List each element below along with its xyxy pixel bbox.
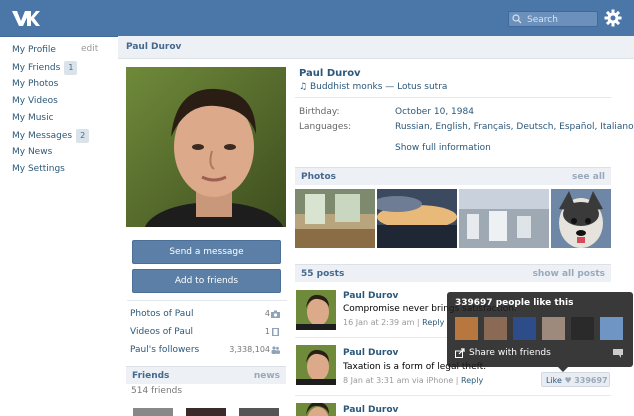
post-avatar[interactable]	[296, 345, 336, 385]
popup-title: 339697 people like this	[455, 298, 574, 308]
profile-status[interactable]: ♫ Buddhist monks — Lotus sutra	[299, 82, 447, 92]
sidebar-item-label: My Messages	[12, 131, 73, 141]
liker-avatar[interactable]	[484, 317, 507, 340]
sidebar-item-friends[interactable]: My Friends 1	[12, 61, 112, 78]
sidebar-item-photos[interactable]: My Photos	[12, 78, 112, 95]
sidebar-item-label: My Music	[12, 113, 54, 123]
reply-link[interactable]: Reply	[422, 318, 444, 327]
film-icon	[272, 328, 279, 336]
posts-section-header: 55 posts show all posts	[295, 264, 611, 282]
like-label: Like	[546, 376, 562, 385]
messages-badge: 2	[76, 129, 90, 143]
post-author[interactable]: Paul Durov	[343, 405, 398, 415]
stat-count: 1	[264, 327, 270, 336]
stat-label: Videos of Paul	[130, 327, 194, 337]
sidebar-item-label: My News	[12, 147, 53, 157]
post-author[interactable]: Paul Durov	[343, 348, 398, 358]
stat-count: 3,338,104	[229, 345, 270, 354]
status-text: Buddhist monks — Lotus sutra	[309, 82, 448, 92]
edit-profile-link[interactable]: edit	[81, 44, 98, 54]
photo-thumb[interactable]	[295, 189, 375, 248]
posts-title: 55 posts	[301, 269, 345, 279]
friend-thumb[interactable]	[239, 408, 279, 416]
profile-avatar[interactable]	[126, 67, 286, 227]
post-author[interactable]: Paul Durov	[343, 291, 398, 301]
music-note-icon: ♫	[299, 82, 308, 92]
photos-see-all-link[interactable]: see all	[572, 172, 605, 182]
photo-thumb[interactable]	[459, 189, 549, 248]
like-count: 339697	[574, 376, 608, 385]
post-date: 16 Jan at 2:39 am	[343, 318, 415, 327]
liker-avatar[interactable]	[600, 317, 623, 340]
like-button[interactable]: Like ♥ 339697	[541, 372, 610, 387]
gear-icon[interactable]	[604, 9, 622, 27]
sidebar-item-label: My Friends	[12, 63, 61, 73]
stat-label: Paul's followers	[130, 345, 200, 355]
post-date: 8 Jan at 3:31 am via iPhone	[343, 376, 454, 385]
friends-count: 514 friends	[131, 386, 183, 396]
languages-value[interactable]: Russian, English, Français, Deutsch, Esp…	[395, 122, 634, 132]
photo-thumb[interactable]	[551, 189, 611, 248]
like-popup: 339697 people like this Share with frien…	[447, 292, 633, 372]
heart-icon: ♥	[564, 376, 572, 385]
post-avatar[interactable]	[296, 290, 336, 330]
stat-count: 4	[264, 309, 270, 318]
sidebar-item-label: My Photos	[12, 79, 59, 89]
languages-label: Languages:	[299, 122, 352, 132]
reply-link[interactable]: Reply	[461, 376, 483, 385]
liker-avatar[interactable]	[513, 317, 536, 340]
people-icon	[271, 346, 280, 354]
stat-videos[interactable]: Videos of Paul 1	[130, 327, 280, 337]
sidebar-item-news[interactable]: My News	[12, 146, 112, 163]
show-full-info-link[interactable]: Show full information	[395, 143, 491, 153]
comment-icon[interactable]	[613, 349, 623, 358]
liker-avatar[interactable]	[571, 317, 594, 340]
show-all-posts-link[interactable]: show all posts	[533, 269, 605, 279]
profile-name: Paul Durov	[299, 68, 361, 79]
liker-avatar[interactable]	[455, 317, 478, 340]
post-avatar[interactable]	[296, 403, 336, 416]
left-sidebar: My Profile My Friends 1 My Photos My Vide…	[12, 44, 112, 180]
post-meta: 8 Jan at 3:31 am via iPhone | Reply	[343, 376, 484, 385]
photos-title: Photos	[301, 172, 337, 182]
sidebar-item-videos[interactable]: My Videos	[12, 95, 112, 112]
friends-title: Friends	[132, 371, 170, 381]
page-title-bar: Paul Durov	[118, 36, 634, 59]
sidebar-item-settings[interactable]: My Settings	[12, 163, 112, 180]
friends-news-link[interactable]: news	[254, 371, 280, 381]
stat-photos[interactable]: Photos of Paul 4	[130, 309, 280, 319]
friends-badge: 1	[64, 61, 78, 75]
birthday-label: Birthday:	[299, 107, 340, 117]
photos-section-header: Photos see all	[295, 167, 611, 185]
friend-thumb[interactable]	[186, 408, 226, 416]
divider	[295, 395, 611, 396]
page-title: Paul Durov	[126, 42, 182, 52]
divider	[295, 97, 611, 98]
friend-thumb[interactable]	[133, 408, 173, 416]
post-meta: 16 Jan at 2:39 am | Reply	[343, 318, 445, 327]
divider	[127, 300, 287, 301]
sidebar-item-label: My Profile	[12, 45, 56, 55]
sidebar-item-messages[interactable]: My Messages 2	[12, 129, 112, 146]
birthday-value[interactable]: October 10, 1984	[395, 107, 474, 117]
send-message-button[interactable]: Send a message	[132, 240, 281, 264]
sidebar-item-label: My Settings	[12, 164, 65, 174]
stat-label: Photos of Paul	[130, 309, 194, 319]
share-with-friends-link[interactable]: Share with friends	[469, 348, 551, 358]
sidebar-item-music[interactable]: My Music	[12, 112, 112, 129]
search-icon	[512, 14, 522, 24]
camera-icon	[271, 310, 280, 318]
add-friend-button[interactable]: Add to friends	[132, 269, 281, 293]
vk-logo-icon[interactable]	[10, 8, 40, 28]
sidebar-item-label: My Videos	[12, 96, 58, 106]
friends-section-header: Friends news	[126, 366, 286, 384]
liker-avatar[interactable]	[542, 317, 565, 340]
photo-thumb[interactable]	[377, 189, 457, 248]
share-icon	[455, 348, 465, 358]
stat-followers[interactable]: Paul's followers 3,338,104	[130, 345, 280, 355]
